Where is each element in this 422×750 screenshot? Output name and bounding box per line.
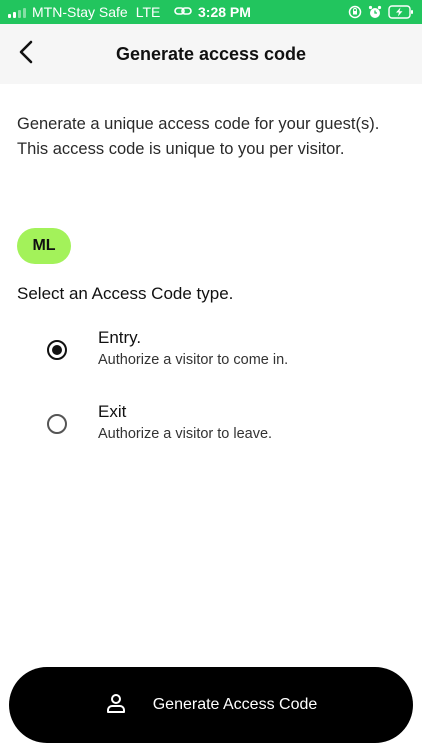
select-type-label: Select an Access Code type.: [17, 284, 234, 303]
option-title: Exit: [98, 402, 127, 421]
avatar-initials-chip: ML: [17, 228, 71, 264]
generate-access-code-label: Generate Access Code: [152, 696, 318, 713]
link-icon: [174, 0, 192, 24]
battery-icon: [388, 5, 414, 19]
status-right: [348, 0, 414, 24]
generate-access-code-button[interactable]: Generate Access Code: [9, 667, 413, 743]
option-subtitle: Authorize a visitor to come in.: [98, 352, 289, 368]
intro-text: Generate a unique access code for your g…: [17, 115, 380, 158]
alarm-icon: [368, 5, 382, 19]
carrier-name: MTN-Stay Safe: [32, 4, 128, 20]
status-center: 3:28 PM: [174, 0, 251, 24]
back-button[interactable]: [10, 38, 42, 70]
status-bar: MTN-Stay Safe LTE 3:28 PM: [0, 0, 422, 24]
radio-unselected-icon[interactable]: [47, 414, 67, 434]
option-subtitle: Authorize a visitor to leave.: [98, 426, 273, 442]
option-entry[interactable]: Entry. Authorize a visitor to come in.: [40, 328, 400, 378]
chevron-left-icon: [18, 40, 34, 69]
orientation-lock-icon: [348, 5, 362, 19]
radio-selected-icon[interactable]: [47, 340, 67, 360]
signal-icon: [8, 6, 26, 18]
status-left: MTN-Stay Safe LTE: [8, 0, 160, 24]
user-icon: [105, 692, 127, 719]
app-header: Generate access code: [0, 24, 422, 84]
option-title: Entry.: [98, 328, 142, 347]
status-time: 3:28 PM: [198, 4, 251, 20]
page-title: Generate access code: [115, 44, 307, 64]
option-exit[interactable]: Exit Authorize a visitor to leave.: [40, 402, 400, 452]
network-type: LTE: [135, 4, 161, 20]
avatar-initials: ML: [32, 237, 56, 254]
